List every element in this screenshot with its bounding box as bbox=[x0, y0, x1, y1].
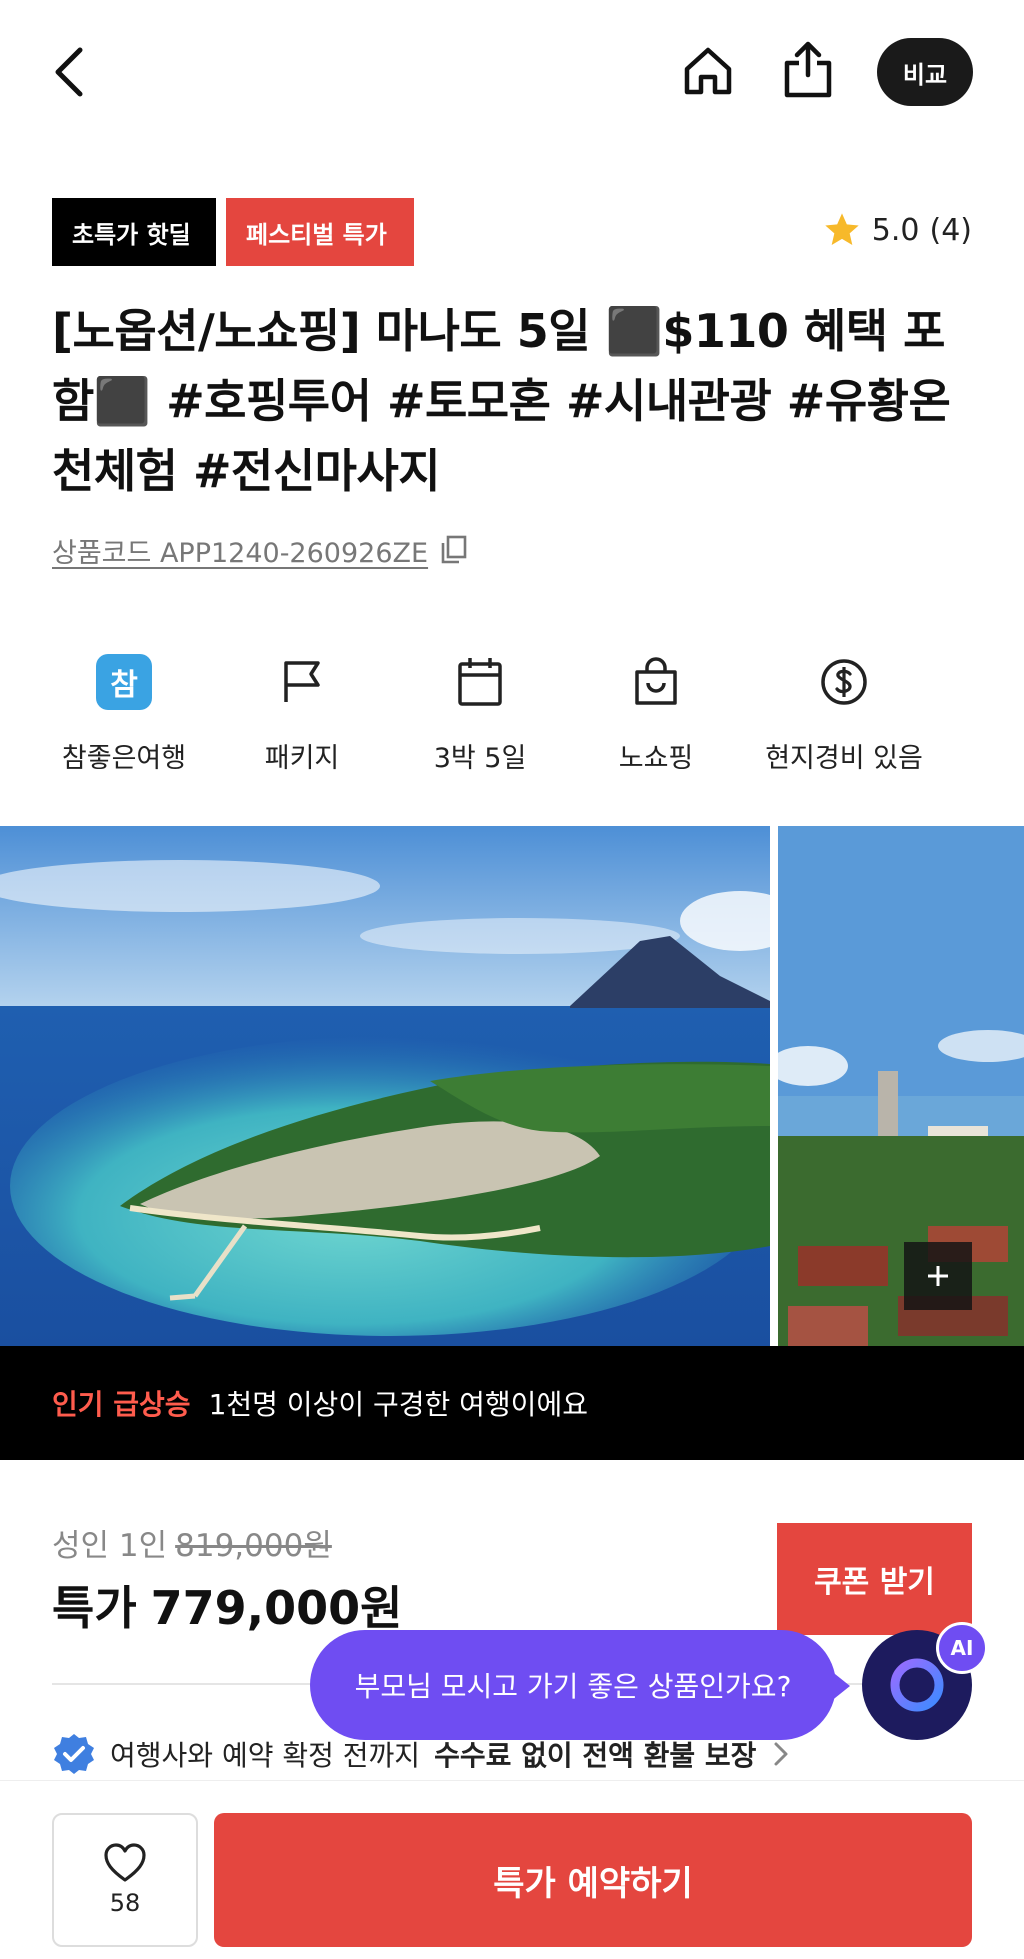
info-agency: 참 참좋은여행 bbox=[34, 650, 214, 775]
photo-main[interactable] bbox=[0, 826, 770, 1346]
chevron-right-icon bbox=[774, 1742, 788, 1766]
original-price: 819,000원 bbox=[175, 1528, 332, 1564]
info-shopping: 노쇼핑 bbox=[566, 650, 746, 775]
special-price-label: 특가 bbox=[52, 1581, 137, 1635]
hot-deal-badge: 초특가 핫딜 bbox=[52, 198, 216, 266]
info-duration-label: 3박 5일 bbox=[433, 743, 527, 774]
calendar-icon bbox=[458, 658, 502, 706]
special-price: 779,000원 bbox=[150, 1581, 403, 1635]
info-duration: 3박 5일 bbox=[390, 650, 570, 775]
header-bar: 비교 bbox=[0, 0, 1024, 140]
ai-question-bubble[interactable]: 부모님 모시고 가기 좋은 상품인가요? bbox=[310, 1630, 836, 1740]
info-shopping-label: 노쇼핑 bbox=[618, 743, 694, 774]
agency-logo-icon: 참 bbox=[96, 654, 152, 710]
flag-icon bbox=[284, 661, 320, 702]
star-icon bbox=[825, 213, 859, 245]
product-code-row[interactable]: 상품코드 APP1240-260926ZE bbox=[52, 528, 468, 572]
popularity-banner: 인기 급상승 1천명 이상이 구경한 여행이에요 bbox=[0, 1346, 1024, 1460]
share-button[interactable] bbox=[780, 38, 836, 102]
book-special-button[interactable]: 특가 예약하기 bbox=[214, 1813, 972, 1947]
info-agency-label: 참좋은여행 bbox=[61, 743, 187, 774]
refund-prefix: 여행사와 예약 확정 전까지 bbox=[110, 1739, 421, 1772]
compare-button[interactable]: 비교 bbox=[877, 38, 973, 106]
rating-score: 5.0 bbox=[871, 212, 920, 248]
wishlist-count: 58 bbox=[109, 1889, 141, 1917]
info-package: 패키지 bbox=[212, 650, 392, 775]
product-code: 상품코드 APP1240-260926ZE bbox=[52, 537, 429, 569]
dollar-icon bbox=[821, 659, 867, 705]
special-price-row: 특가 779,000원 bbox=[52, 1572, 402, 1638]
festival-badge: 페스티벌 특가 bbox=[226, 198, 414, 266]
back-button[interactable] bbox=[44, 42, 96, 102]
ai-bubble-tail bbox=[830, 1670, 850, 1702]
heart-icon bbox=[104, 1843, 146, 1882]
home-icon bbox=[684, 47, 732, 95]
product-title: [노옵션/노쇼핑] 마나도 5일 ⬛$110 혜택 포함⬛ #호핑투어 #토모혼… bbox=[52, 304, 951, 498]
info-local-cost-label: 현지경비 있음 bbox=[765, 743, 923, 774]
popularity-text: 1천명 이상이 구경한 여행이에요 bbox=[208, 1388, 588, 1421]
share-icon bbox=[784, 41, 832, 98]
island-photo bbox=[0, 826, 770, 1346]
price-label-row: 성인 1인 819,000원 bbox=[52, 1520, 332, 1565]
rating-count: (4) bbox=[929, 212, 973, 248]
refund-strong: 수수료 없이 전액 환불 보장 bbox=[434, 1739, 757, 1772]
photo-second[interactable] bbox=[778, 826, 1024, 1346]
home-button[interactable] bbox=[680, 40, 736, 102]
popularity-tag: 인기 급상승 bbox=[52, 1388, 191, 1421]
verified-badge-icon bbox=[54, 1734, 94, 1774]
shopping-bag-icon bbox=[635, 657, 677, 705]
info-package-label: 패키지 bbox=[264, 743, 340, 774]
more-photos-button[interactable] bbox=[904, 1242, 972, 1310]
price-unit-label: 성인 1인 bbox=[52, 1528, 168, 1564]
chevron-left-icon bbox=[55, 47, 83, 97]
wishlist-button[interactable]: 58 bbox=[52, 1813, 198, 1947]
ai-badge: AI bbox=[936, 1622, 988, 1674]
city-photo bbox=[778, 826, 1024, 1346]
info-local-cost: 현지경비 있음 bbox=[754, 650, 934, 775]
rating[interactable]: 5.0 (4) bbox=[822, 206, 972, 254]
photo-gallery[interactable] bbox=[0, 826, 1024, 1346]
ai-ring-icon bbox=[890, 1658, 944, 1712]
plus-icon bbox=[928, 1266, 948, 1286]
get-coupon-button[interactable]: 쿠폰 받기 bbox=[777, 1523, 972, 1635]
copy-icon[interactable] bbox=[440, 535, 468, 565]
